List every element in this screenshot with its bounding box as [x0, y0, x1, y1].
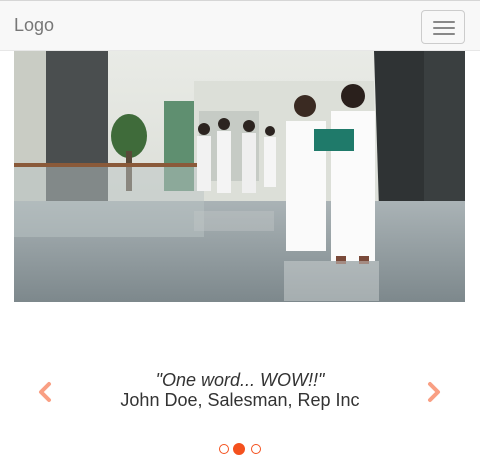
carousel-indicator-2-active[interactable]: [233, 443, 245, 455]
navbar: Logo: [0, 0, 480, 51]
menu-toggle-button[interactable]: [421, 10, 465, 44]
carousel-prev-button[interactable]: [34, 380, 58, 404]
testimonial-quote: "One word... WOW!!": [155, 370, 325, 390]
hamburger-menu-icon-bar: [433, 27, 455, 29]
chevron-left-icon: [39, 382, 51, 402]
hamburger-menu-icon: [433, 21, 455, 23]
hamburger-menu-icon-bar: [433, 33, 455, 35]
carousel-next-button[interactable]: [421, 380, 445, 404]
brand-logo[interactable]: Logo: [14, 14, 54, 36]
carousel-indicator-3[interactable]: [251, 444, 261, 454]
carousel-indicator-1[interactable]: [219, 444, 229, 454]
carousel-image: [14, 51, 465, 302]
carousel-indicators: [216, 442, 266, 456]
chevron-right-icon: [428, 382, 440, 402]
hospital-photo: [14, 51, 465, 302]
testimonial-author: John Doe, Salesman, Rep Inc: [120, 390, 360, 410]
